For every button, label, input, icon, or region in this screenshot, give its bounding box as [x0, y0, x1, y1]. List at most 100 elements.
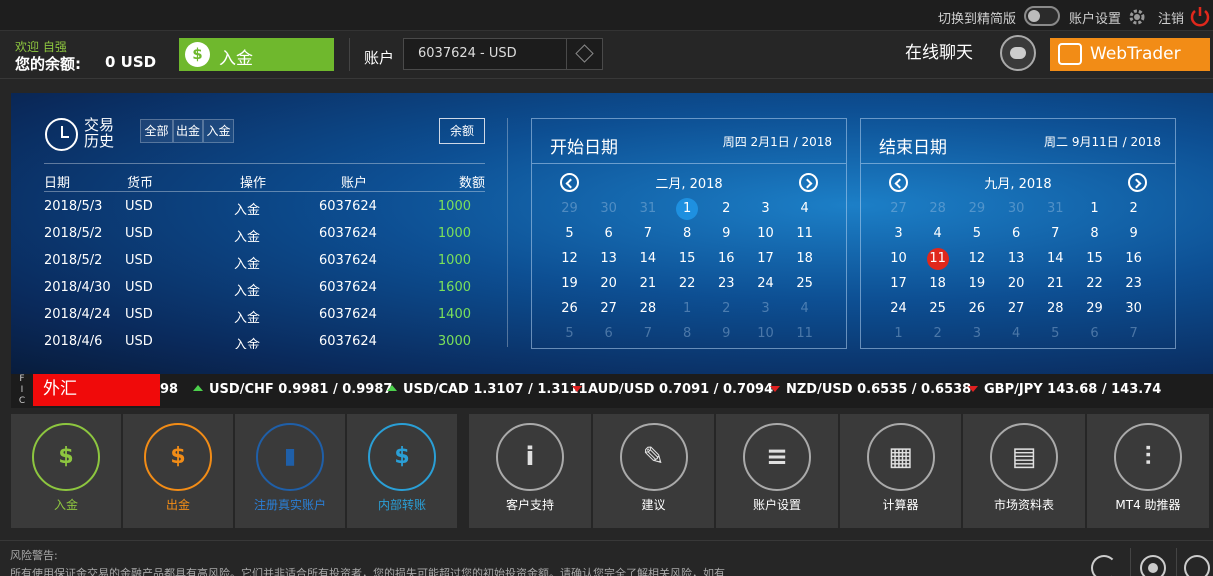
- power-icon[interactable]: [1189, 5, 1211, 27]
- calendar-day[interactable]: 6: [997, 221, 1036, 246]
- filter-all[interactable]: 全部: [140, 119, 173, 143]
- calendar-day[interactable]: 10: [746, 321, 785, 346]
- calendar-day[interactable]: 13: [997, 246, 1036, 271]
- simple-mode-toggle[interactable]: [1024, 6, 1060, 26]
- next-month-icon[interactable]: [1128, 173, 1147, 192]
- tile-sliders[interactable]: ≡ 账户设置: [716, 414, 838, 528]
- calendar-day[interactable]: 24: [746, 271, 785, 296]
- calendar-day[interactable]: 18: [918, 271, 957, 296]
- calendar-day[interactable]: 26: [550, 296, 589, 321]
- calendar-day[interactable]: 3: [746, 296, 785, 321]
- calendar-day[interactable]: 23: [707, 271, 746, 296]
- calendar-day[interactable]: 22: [1075, 271, 1114, 296]
- check-icon[interactable]: [1184, 555, 1210, 576]
- calendar-day[interactable]: 7: [628, 221, 667, 246]
- table-row[interactable]: 2018/5/3 USD 入金 6037624 1000: [44, 194, 485, 221]
- calendar-day[interactable]: 6: [589, 221, 628, 246]
- calendar-day[interactable]: 16: [1114, 246, 1153, 271]
- calendar-day[interactable]: 29: [550, 196, 589, 221]
- target-icon[interactable]: [1140, 555, 1166, 576]
- webtrader-button[interactable]: WebTrader: [1050, 38, 1210, 71]
- calendar-day[interactable]: 19: [957, 271, 996, 296]
- calendar-day[interactable]: 17: [879, 271, 918, 296]
- calendar-day[interactable]: 16: [707, 246, 746, 271]
- calendar-day[interactable]: 5: [957, 221, 996, 246]
- tile-chart[interactable]: ▮ 注册真实账户: [235, 414, 345, 528]
- calendar-day[interactable]: 3: [879, 221, 918, 246]
- calendar-day[interactable]: 21: [628, 271, 667, 296]
- calendar-day[interactable]: 2: [1114, 196, 1153, 221]
- calendar-day[interactable]: 4: [918, 221, 957, 246]
- next-month-icon[interactable]: [799, 173, 818, 192]
- table-row[interactable]: 2018/5/2 USD 入金 6037624 1000: [44, 248, 485, 275]
- live-chat-label[interactable]: 在线聊天: [905, 38, 973, 63]
- forex-tag[interactable]: 外汇: [33, 374, 160, 406]
- table-row[interactable]: 2018/4/30 USD 入金 6037624 1600: [44, 275, 485, 302]
- calendar-day[interactable]: 25: [785, 271, 824, 296]
- calendar-day[interactable]: 6: [589, 321, 628, 346]
- calendar-day[interactable]: 10: [879, 246, 918, 271]
- calendar-day[interactable]: 25: [918, 296, 957, 321]
- calendar-day[interactable]: 5: [1036, 321, 1075, 346]
- calendar-day[interactable]: 29: [1075, 296, 1114, 321]
- account-settings-link[interactable]: 账户设置: [1069, 8, 1121, 27]
- refresh-icon[interactable]: [1091, 555, 1117, 576]
- calendar-day[interactable]: 2: [707, 296, 746, 321]
- ticker-category-switch[interactable]: FIC: [11, 374, 33, 408]
- calendar-day[interactable]: 28: [628, 296, 667, 321]
- calendar-day[interactable]: 9: [1114, 221, 1153, 246]
- calendar-day[interactable]: 8: [668, 321, 707, 346]
- calendar-day[interactable]: 20: [589, 271, 628, 296]
- calendar-day[interactable]: 3: [957, 321, 996, 346]
- table-row[interactable]: 2018/4/24 USD 入金 6037624 1400: [44, 302, 485, 329]
- calendar-day[interactable]: 8: [1075, 221, 1114, 246]
- tile-withdraw[interactable]: $ 出金: [123, 414, 233, 528]
- calendar-day[interactable]: 1: [668, 196, 707, 221]
- calendar-day[interactable]: 23: [1114, 271, 1153, 296]
- calendar-day[interactable]: 7: [628, 321, 667, 346]
- table-row[interactable]: 2018/5/2 USD 入金 6037624 1000: [44, 221, 485, 248]
- calendar-day[interactable]: 31: [628, 196, 667, 221]
- calendar-day[interactable]: 17: [746, 246, 785, 271]
- calendar-day[interactable]: 12: [957, 246, 996, 271]
- calendar-day[interactable]: 31: [1036, 196, 1075, 221]
- calendar-day[interactable]: 28: [918, 196, 957, 221]
- calendar-day[interactable]: 20: [997, 271, 1036, 296]
- calendar-day[interactable]: 14: [1036, 246, 1075, 271]
- calendar-day[interactable]: 24: [879, 296, 918, 321]
- account-select[interactable]: 6037624 - USD: [403, 38, 603, 70]
- logout-link[interactable]: 注销: [1158, 8, 1184, 27]
- select-arrow-icon[interactable]: [566, 39, 602, 69]
- calendar-day[interactable]: 6: [1075, 321, 1114, 346]
- gear-icon[interactable]: [1128, 8, 1146, 26]
- balance-button[interactable]: 余额: [439, 118, 485, 144]
- calendar-day[interactable]: 18: [785, 246, 824, 271]
- tile-note[interactable]: ✎ 建议: [593, 414, 714, 528]
- filter-withdraw[interactable]: 出金: [173, 119, 203, 143]
- deposit-button[interactable]: $ 入金: [179, 38, 334, 71]
- calendar-day[interactable]: 15: [668, 246, 707, 271]
- calendar-day[interactable]: 11: [785, 221, 824, 246]
- calendar-day[interactable]: 9: [707, 321, 746, 346]
- calendar-day[interactable]: 7: [1114, 321, 1153, 346]
- calendar-day[interactable]: 2: [707, 196, 746, 221]
- tile-deposit[interactable]: $ 入金: [11, 414, 121, 528]
- calendar-day[interactable]: 2: [918, 321, 957, 346]
- calendar-day[interactable]: 26: [957, 296, 996, 321]
- table-row[interactable]: 2018/4/6 USD 入金 6037624 3000: [44, 329, 485, 349]
- tile-calculator[interactable]: ▦ 计算器: [840, 414, 961, 528]
- calendar-day[interactable]: 28: [1036, 296, 1075, 321]
- tile-transfer[interactable]: $ 内部转账: [347, 414, 457, 528]
- calendar-day[interactable]: 27: [997, 296, 1036, 321]
- calendar-day[interactable]: 27: [589, 296, 628, 321]
- tile-report[interactable]: ▤ 市场资料表: [963, 414, 1085, 528]
- calendar-day[interactable]: 4: [785, 196, 824, 221]
- calendar-day[interactable]: 14: [628, 246, 667, 271]
- calendar-day[interactable]: 1: [1075, 196, 1114, 221]
- history-rows[interactable]: 2018/5/3 USD 入金 6037624 1000 2018/5/2 USD 入金 603…: [44, 194, 485, 349]
- calendar-day[interactable]: 21: [1036, 271, 1075, 296]
- calendar-day[interactable]: 30: [997, 196, 1036, 221]
- calendar-day[interactable]: 30: [1114, 296, 1153, 321]
- calendar-day[interactable]: 9: [707, 221, 746, 246]
- tile-info[interactable]: i 客户支持: [469, 414, 591, 528]
